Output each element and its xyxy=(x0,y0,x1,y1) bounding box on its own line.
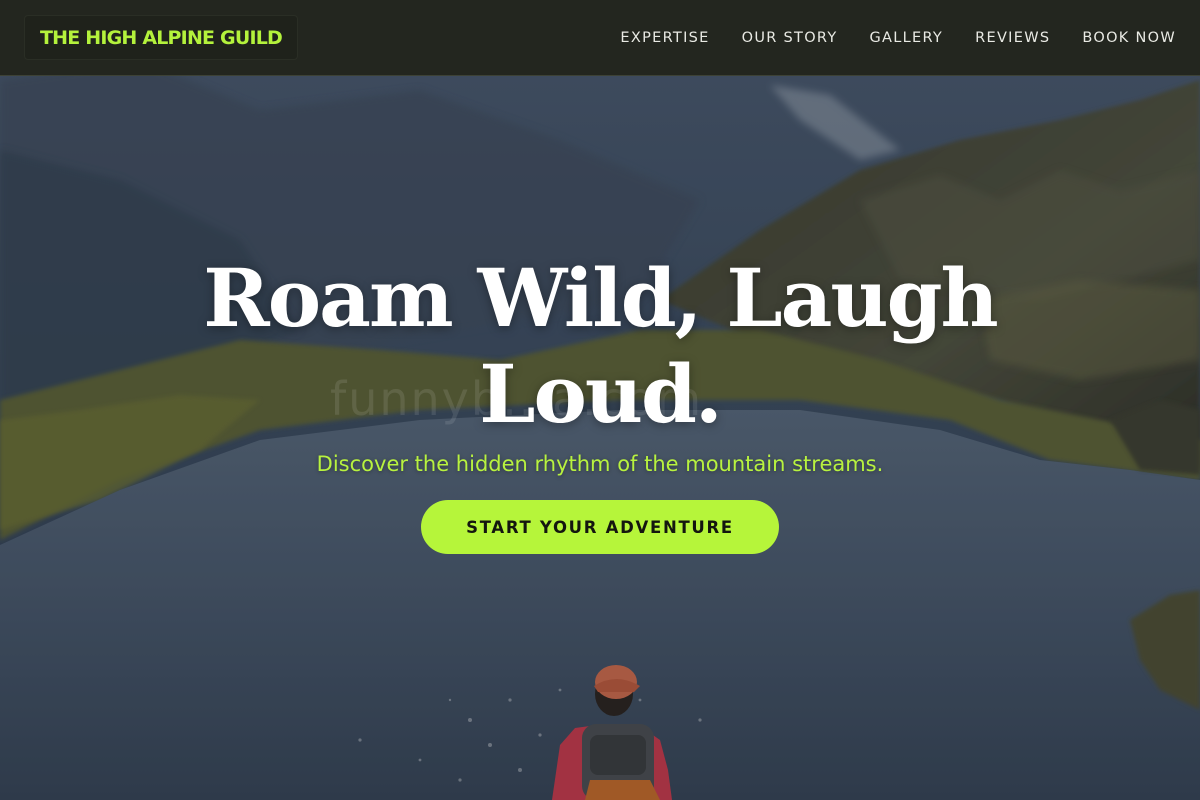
nav-link-our-story[interactable]: OUR STORY xyxy=(742,30,838,46)
hero-subtitle: Discover the hidden rhythm of the mounta… xyxy=(316,452,884,476)
brand-logo-link[interactable]: THE HIGH ALPINE GUILD xyxy=(24,15,299,60)
start-adventure-button[interactable]: START YOUR ADVENTURE xyxy=(421,500,779,554)
top-navbar: THE HIGH ALPINE GUILD EXPERTISE OUR STOR… xyxy=(0,0,1200,76)
nav-link-gallery[interactable]: GALLERY xyxy=(870,30,944,46)
hero-content: Roam Wild, Laugh Loud. Discover the hidd… xyxy=(0,250,1200,554)
nav-link-expertise[interactable]: EXPERTISE xyxy=(620,30,709,46)
nav-link-book-now[interactable]: BOOK NOW xyxy=(1082,30,1176,46)
hero-title: Roam Wild, Laugh Loud. xyxy=(203,251,998,441)
hero-section: funnyb...a.com Roam Wild, Laugh Loud. Di… xyxy=(0,0,1200,800)
nav-link-reviews[interactable]: REVIEWS xyxy=(975,30,1050,46)
main-nav: EXPERTISE OUR STORY GALLERY REVIEWS BOOK… xyxy=(620,30,1176,46)
